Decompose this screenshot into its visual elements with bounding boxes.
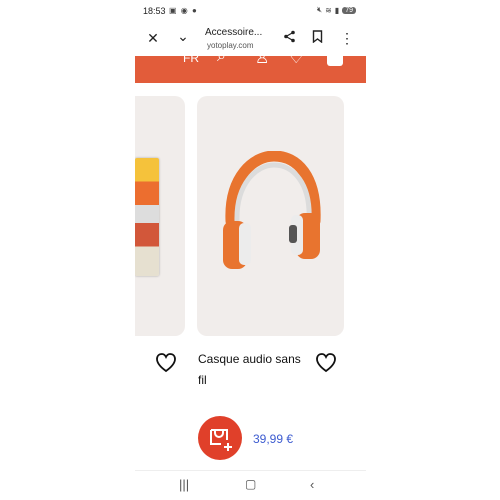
more-icon[interactable]: ⋮: [339, 30, 355, 47]
close-icon[interactable]: ✕: [145, 30, 161, 47]
user-icon[interactable]: ♙: [255, 56, 269, 68]
page-title: Accessoire...: [205, 27, 263, 38]
browser-toolbar: ✕ ⌄ Accessoire... yotoplay.com ⋮: [135, 22, 366, 56]
home-icon[interactable]: ▢: [245, 477, 256, 491]
battery-icon: 79: [342, 6, 356, 14]
add-to-cart-button[interactable]: [198, 416, 242, 460]
product-image-previous: [135, 158, 159, 276]
product-image-headphones: [223, 151, 321, 269]
system-icons: 🔇︎ ≋ ▮ 79: [317, 5, 356, 15]
language-selector[interactable]: FR: [183, 56, 199, 65]
notification-icons: ▣ ◉ ●: [169, 6, 198, 15]
wishlist-heart-icon[interactable]: [155, 352, 177, 374]
product-name[interactable]: Casque audio sans fil: [198, 349, 310, 391]
wifi-icon: ≋: [325, 5, 332, 15]
add-to-cart-icon: [210, 429, 232, 451]
product-card[interactable]: [197, 96, 344, 336]
wishlist-heart-icon[interactable]: [315, 352, 337, 374]
search-icon[interactable]: ⌕: [217, 56, 226, 66]
phone-screen: 18:53 ▣ ◉ ● 🔇︎ ≋ ▮ 79 ✕ ⌄ Accessoire... …: [135, 0, 366, 500]
chevron-down-icon[interactable]: ⌄: [175, 28, 191, 45]
status-time: 18:53: [143, 6, 166, 16]
heart-icon[interactable]: ♡: [289, 56, 303, 68]
product-price: 39,99 €: [253, 432, 294, 446]
page-url[interactable]: yotoplay.com: [207, 41, 254, 50]
signal-icon: ▮: [334, 5, 340, 15]
bookmark-icon[interactable]: [309, 30, 325, 46]
cart-icon[interactable]: [327, 56, 343, 66]
recent-apps-icon[interactable]: |||: [179, 477, 189, 492]
android-navigation-bar: ||| ▢ ‹: [135, 470, 366, 500]
site-navigation: FR ⌕ ♙ ♡: [135, 56, 366, 83]
mute-icon: 🔇︎: [317, 5, 323, 14]
share-icon[interactable]: [281, 30, 297, 46]
product-card-previous[interactable]: [135, 96, 185, 336]
status-bar: 18:53 ▣ ◉ ● 🔇︎ ≋ ▮ 79: [135, 0, 366, 22]
back-icon[interactable]: ‹: [310, 477, 314, 492]
